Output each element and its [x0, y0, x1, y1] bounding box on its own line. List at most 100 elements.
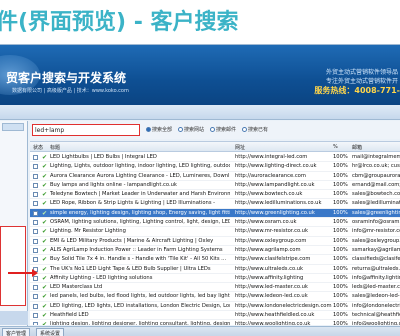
- row-email: classifieds@clasifel...: [352, 256, 400, 263]
- table-row[interactable]: ✔ OSRAM, lighting solutions, lighting, Li…: [30, 218, 400, 228]
- banner-title: 贸客户搜索与开发系统: [6, 71, 127, 85]
- row-url[interactable]: http://www.woolighting.co.uk: [235, 321, 333, 325]
- table-row[interactable]: ✔ Lighting. Mr Resistor Lighting http://ww…: [30, 227, 400, 237]
- row-url[interactable]: http://www.agrilamp.com: [235, 247, 333, 253]
- row-checkbox[interactable]: [33, 220, 38, 226]
- row-url[interactable]: http://www.ultraleds.co.uk: [235, 266, 333, 272]
- row-checkbox[interactable]: [33, 164, 38, 170]
- row-checkbox[interactable]: [33, 192, 38, 198]
- search-option-mail[interactable]: 搜索邮件: [210, 126, 236, 133]
- row-url[interactable]: http://www.heathfieldled.co.uk: [235, 312, 333, 318]
- row-url[interactable]: http://www.greenlighting.co.uk: [235, 210, 333, 216]
- row-checkbox[interactable]: [33, 257, 38, 263]
- row-title: LED Lightbulbs | LED Bulbs | Integral LE…: [50, 154, 157, 160]
- table-row[interactable]: ✔ Buy lamps and lights online - lampandli…: [30, 181, 400, 191]
- annotation-arrow-line: [8, 272, 34, 274]
- row-url[interactable]: http://www.ledilluminations.co.uk: [235, 200, 333, 206]
- toolbar: [0, 105, 400, 120]
- table-row[interactable]: ✔ LED Masterclass Ltd http://www.led-maste…: [30, 283, 400, 293]
- results-table: 状态 标题 网址 % 邮箱 ✔ LED Lightbulbs | LED Bulb…: [30, 141, 400, 325]
- row-checkbox[interactable]: [33, 322, 38, 325]
- row-url[interactable]: http://www.bowtech.co.uk: [235, 191, 333, 197]
- row-checkbox[interactable]: [33, 229, 38, 235]
- row-url[interactable]: http://www.londonelectricdesign.com: [235, 303, 333, 309]
- row-url[interactable]: http://www.integral-led.com: [235, 154, 333, 160]
- check-icon: ✔: [42, 275, 48, 282]
- check-icon: ✔: [42, 257, 48, 264]
- row-checkbox[interactable]: [33, 313, 38, 319]
- row-email: ssmarkay@agrilamp...: [352, 246, 400, 253]
- table-row[interactable]: ✔ EMI & LED Military Products | Marine & …: [30, 237, 400, 246]
- row-checkbox[interactable]: [33, 155, 38, 160]
- table-row[interactable]: ✔ Heathfield LED http://www.heathfieldled.…: [30, 311, 400, 321]
- row-email: osraminfo@osram.co...: [352, 219, 400, 226]
- tab-customer-management[interactable]: 客户管理: [2, 328, 31, 336]
- table-row[interactable]: ✔ led panels, led bulbs, led flood lights…: [30, 292, 400, 302]
- row-checkbox[interactable]: [33, 247, 38, 253]
- row-url[interactable]: http://www.osram.co.uk: [235, 219, 333, 225]
- row-checkbox[interactable]: [33, 173, 38, 179]
- table-row[interactable]: ✔ Affinity Lighting - LED lighting soluti…: [30, 274, 400, 284]
- row-checkbox[interactable]: [33, 210, 38, 216]
- row-title: Lighting, Lights, outdoor lighting, indo…: [50, 163, 230, 170]
- row-checkbox[interactable]: [33, 294, 38, 300]
- column-url[interactable]: 网址: [235, 144, 245, 151]
- row-checkbox[interactable]: [33, 201, 38, 207]
- table-row[interactable]: ✔ The UK's No1 LED Light Tape & LED Bulb …: [30, 265, 400, 274]
- row-url[interactable]: http://www.oxleygroup.com: [235, 238, 333, 244]
- search-option-all[interactable]: 搜索全部: [146, 126, 172, 133]
- row-url[interactable]: http://www.ledeon-led.co.uk: [235, 293, 333, 299]
- column-title[interactable]: 标题: [50, 144, 60, 151]
- row-url[interactable]: http://www.led-master.co.uk: [235, 284, 333, 290]
- row-email: leds@led-master.co.uk: [352, 284, 400, 291]
- tab-system-settings[interactable]: 系统设置: [36, 328, 65, 336]
- table-row[interactable]: ✔ LED lighting, LED lights, LED installat…: [30, 302, 400, 312]
- check-icon: ✔: [42, 201, 48, 208]
- column-status[interactable]: 状态: [33, 144, 43, 151]
- row-url[interactable]: http://www.clasifelstripe.com: [235, 256, 333, 262]
- table-row[interactable]: ✔lighting design, lighting designer, lig…: [30, 320, 400, 325]
- table-row[interactable]: ✔ Lighting, Lights, outdoor lighting, ind…: [30, 162, 400, 172]
- row-url[interactable]: http://www.mr-resistor.co.uk: [235, 228, 333, 234]
- table-row[interactable]: ✔ simple energy, lighting design, lightin…: [30, 208, 400, 219]
- row-checkbox[interactable]: [33, 182, 38, 188]
- column-email[interactable]: 邮箱: [352, 144, 362, 151]
- search-option-saved[interactable]: 搜索已有: [242, 126, 268, 133]
- search-option-site[interactable]: 搜索网站: [178, 126, 204, 133]
- left-panel-footer: [0, 311, 28, 325]
- column-percent[interactable]: %: [333, 144, 338, 150]
- row-url[interactable]: http://www.lighting-direct.co.uk: [235, 163, 333, 169]
- row-checkbox[interactable]: [33, 285, 38, 291]
- row-url[interactable]: http://auroraclearance.com: [235, 173, 333, 179]
- row-email: mail@integralmemo...: [352, 154, 400, 160]
- left-panel-header[interactable]: [2, 123, 24, 131]
- row-title: ALIS AgriLamp Induction Power :: Leader …: [50, 246, 223, 253]
- row-email: sales@ledillumination...: [352, 200, 400, 207]
- row-title: Buy Solid Tile 7x 4 in. Handle s - Handl…: [50, 256, 227, 263]
- row-percent: 100%: [333, 274, 348, 281]
- row-title: The UK's No1 LED Light Tape & LED Bulb S…: [50, 265, 211, 272]
- check-icon: ✔: [42, 266, 48, 273]
- check-icon: ✔: [42, 229, 48, 236]
- row-checkbox[interactable]: [33, 238, 38, 244]
- search-input[interactable]: [32, 124, 140, 136]
- table-row[interactable]: ✔ Buy Solid Tile 7x 4 in. Handle s - Hand…: [30, 255, 400, 265]
- table-row[interactable]: ✔ ALIS AgriLamp Induction Power :: Leader…: [30, 246, 400, 256]
- table-row[interactable]: ✔ LED Lightbulbs | LED Bulbs | Integral L…: [30, 153, 400, 163]
- table-row[interactable]: ✔ Teledyne Bowtech | Market Leader in Und…: [30, 190, 400, 200]
- row-email: info@londonelectric...: [352, 302, 400, 309]
- row-title: Aurora Clearance Aurora Lighting Clearan…: [50, 172, 230, 179]
- check-icon: ✔: [42, 247, 48, 254]
- row-url[interactable]: http://www.lampandlight.co.uk: [235, 182, 333, 188]
- check-icon: ✔: [42, 303, 48, 310]
- row-title: LED Masterclass Ltd: [50, 284, 103, 291]
- row-url[interactable]: http://www.affinity.lighting: [235, 275, 333, 281]
- row-email: hr@lrco.co.uk; custo...: [352, 163, 400, 170]
- row-percent: 100%: [333, 293, 348, 300]
- annotation-arrow-head: [32, 269, 38, 277]
- search-row: 搜索全部 搜索网站 搜索邮件 搜索已有: [30, 121, 400, 139]
- table-row[interactable]: ✔ LED Rope, Ribbon & Strip Lights & Light…: [30, 199, 400, 209]
- row-percent: 100%: [333, 191, 348, 198]
- table-row[interactable]: ✔ Aurora Clearance Aurora Lighting Cleara…: [30, 172, 400, 181]
- row-checkbox[interactable]: [33, 303, 38, 309]
